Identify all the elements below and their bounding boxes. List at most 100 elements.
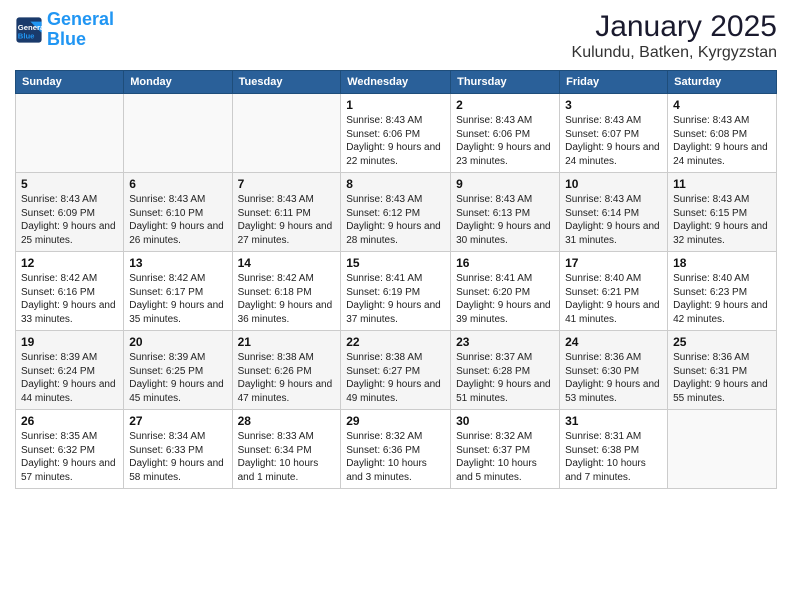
day-number: 22 xyxy=(346,335,445,349)
table-row: 8Sunrise: 8:43 AM Sunset: 6:12 PM Daylig… xyxy=(341,173,451,252)
day-info: Sunrise: 8:43 AM Sunset: 6:15 PM Dayligh… xyxy=(673,193,771,247)
day-number: 17 xyxy=(565,256,662,270)
table-row: 22Sunrise: 8:38 AM Sunset: 6:27 PM Dayli… xyxy=(341,331,451,410)
day-info: Sunrise: 8:43 AM Sunset: 6:13 PM Dayligh… xyxy=(456,193,554,247)
day-info: Sunrise: 8:39 AM Sunset: 6:24 PM Dayligh… xyxy=(21,351,118,405)
day-number: 1 xyxy=(346,98,445,112)
svg-text:Blue: Blue xyxy=(18,31,35,40)
day-info: Sunrise: 8:39 AM Sunset: 6:25 PM Dayligh… xyxy=(129,351,226,405)
day-info: Sunrise: 8:37 AM Sunset: 6:28 PM Dayligh… xyxy=(456,351,554,405)
calendar-subtitle: Kulundu, Batken, Kyrgyzstan xyxy=(572,44,777,62)
calendar-title: January 2025 xyxy=(572,10,777,44)
day-number: 18 xyxy=(673,256,771,270)
calendar-week-row: 1 Sunrise: 8:43 AM Sunset: 6:06 PM Daylig… xyxy=(16,94,777,173)
day-info: Sunrise: 8:40 AM Sunset: 6:23 PM Dayligh… xyxy=(673,272,771,326)
day-info: Sunrise: 8:43 AM Sunset: 6:12 PM Dayligh… xyxy=(346,193,445,247)
table-row: 29 Sunrise: 8:32 AM Sunset: 6:36 PM Dayli… xyxy=(341,410,451,489)
header-thursday: Thursday xyxy=(451,71,560,94)
calendar-week-row: 5 Sunrise: 8:43 AM Sunset: 6:09 PM Daylig… xyxy=(16,173,777,252)
day-info: Sunrise: 8:32 AM Sunset: 6:37 PM Dayligh… xyxy=(456,430,554,484)
day-info: Sunrise: 8:43 AM Sunset: 6:09 PM Dayligh… xyxy=(21,193,118,247)
table-row: 17 Sunrise: 8:40 AM Sunset: 6:21 PM Dayli… xyxy=(560,252,668,331)
table-row: 25Sunrise: 8:36 AM Sunset: 6:31 PM Dayli… xyxy=(668,331,777,410)
day-info: Sunrise: 8:31 AM Sunset: 6:38 PM Dayligh… xyxy=(565,430,662,484)
day-number: 3 xyxy=(565,98,662,112)
calendar-week-row: 12Sunrise: 8:42 AM Sunset: 6:16 PM Dayli… xyxy=(16,252,777,331)
day-info: Sunrise: 8:43 AM Sunset: 6:08 PM Dayligh… xyxy=(673,114,771,168)
table-row: 12Sunrise: 8:42 AM Sunset: 6:16 PM Dayli… xyxy=(16,252,124,331)
day-number: 26 xyxy=(21,414,118,428)
logo-line1: General xyxy=(47,9,114,29)
day-info: Sunrise: 8:42 AM Sunset: 6:17 PM Dayligh… xyxy=(129,272,226,326)
day-number: 11 xyxy=(673,177,771,191)
table-row xyxy=(124,94,232,173)
table-row: 3 Sunrise: 8:43 AM Sunset: 6:07 PM Daylig… xyxy=(560,94,668,173)
table-row: 13 Sunrise: 8:42 AM Sunset: 6:17 PM Dayli… xyxy=(124,252,232,331)
table-row: 28 Sunrise: 8:33 AM Sunset: 6:34 PM Dayli… xyxy=(232,410,341,489)
day-number: 27 xyxy=(129,414,226,428)
day-info: Sunrise: 8:40 AM Sunset: 6:21 PM Dayligh… xyxy=(565,272,662,326)
day-info: Sunrise: 8:42 AM Sunset: 6:18 PM Dayligh… xyxy=(238,272,336,326)
header-wednesday: Wednesday xyxy=(341,71,451,94)
table-row: 5 Sunrise: 8:43 AM Sunset: 6:09 PM Daylig… xyxy=(16,173,124,252)
day-number: 14 xyxy=(238,256,336,270)
day-number: 20 xyxy=(129,335,226,349)
day-number: 29 xyxy=(346,414,445,428)
day-info: Sunrise: 8:43 AM Sunset: 6:06 PM Dayligh… xyxy=(346,114,445,168)
day-number: 13 xyxy=(129,256,226,270)
table-row: 10Sunrise: 8:43 AM Sunset: 6:14 PM Dayli… xyxy=(560,173,668,252)
day-info: Sunrise: 8:36 AM Sunset: 6:30 PM Dayligh… xyxy=(565,351,662,405)
day-info: Sunrise: 8:34 AM Sunset: 6:33 PM Dayligh… xyxy=(129,430,226,484)
header: General Blue General Blue January 2025 K… xyxy=(15,10,777,62)
logo-text: General Blue xyxy=(47,10,114,50)
day-number: 28 xyxy=(238,414,336,428)
table-row: 2 Sunrise: 8:43 AM Sunset: 6:06 PM Daylig… xyxy=(451,94,560,173)
day-number: 25 xyxy=(673,335,771,349)
page: General Blue General Blue January 2025 K… xyxy=(0,0,792,612)
logo-line2: Blue xyxy=(47,29,86,49)
table-row: 1 Sunrise: 8:43 AM Sunset: 6:06 PM Daylig… xyxy=(341,94,451,173)
day-number: 6 xyxy=(129,177,226,191)
table-row: 26 Sunrise: 8:35 AM Sunset: 6:32 PM Dayli… xyxy=(16,410,124,489)
day-info: Sunrise: 8:32 AM Sunset: 6:36 PM Dayligh… xyxy=(346,430,445,484)
calendar-header-row: Sunday Monday Tuesday Wednesday Thursday… xyxy=(16,71,777,94)
table-row: 19 Sunrise: 8:39 AM Sunset: 6:24 PM Dayli… xyxy=(16,331,124,410)
day-info: Sunrise: 8:43 AM Sunset: 6:06 PM Dayligh… xyxy=(456,114,554,168)
table-row: 15Sunrise: 8:41 AM Sunset: 6:19 PM Dayli… xyxy=(341,252,451,331)
calendar-week-row: 19 Sunrise: 8:39 AM Sunset: 6:24 PM Dayli… xyxy=(16,331,777,410)
table-row: 31Sunrise: 8:31 AM Sunset: 6:38 PM Dayli… xyxy=(560,410,668,489)
day-info: Sunrise: 8:43 AM Sunset: 6:14 PM Dayligh… xyxy=(565,193,662,247)
day-info: Sunrise: 8:42 AM Sunset: 6:16 PM Dayligh… xyxy=(21,272,118,326)
table-row xyxy=(16,94,124,173)
day-number: 2 xyxy=(456,98,554,112)
logo-icon: General Blue xyxy=(15,16,43,44)
day-info: Sunrise: 8:43 AM Sunset: 6:07 PM Dayligh… xyxy=(565,114,662,168)
table-row: 11 Sunrise: 8:43 AM Sunset: 6:15 PM Dayli… xyxy=(668,173,777,252)
table-row: 7Sunrise: 8:43 AM Sunset: 6:11 PM Daylig… xyxy=(232,173,341,252)
table-row: 9Sunrise: 8:43 AM Sunset: 6:13 PM Daylig… xyxy=(451,173,560,252)
table-row: 16Sunrise: 8:41 AM Sunset: 6:20 PM Dayli… xyxy=(451,252,560,331)
table-row xyxy=(668,410,777,489)
table-row: 6 Sunrise: 8:43 AM Sunset: 6:10 PM Daylig… xyxy=(124,173,232,252)
calendar-week-row: 26 Sunrise: 8:35 AM Sunset: 6:32 PM Dayli… xyxy=(16,410,777,489)
header-sunday: Sunday xyxy=(16,71,124,94)
table-row xyxy=(232,94,341,173)
header-monday: Monday xyxy=(124,71,232,94)
day-number: 21 xyxy=(238,335,336,349)
day-info: Sunrise: 8:35 AM Sunset: 6:32 PM Dayligh… xyxy=(21,430,118,484)
day-info: Sunrise: 8:33 AM Sunset: 6:34 PM Dayligh… xyxy=(238,430,336,484)
table-row: 24 Sunrise: 8:36 AM Sunset: 6:30 PM Dayli… xyxy=(560,331,668,410)
svg-text:General: General xyxy=(18,23,43,32)
day-info: Sunrise: 8:38 AM Sunset: 6:26 PM Dayligh… xyxy=(238,351,336,405)
day-info: Sunrise: 8:43 AM Sunset: 6:10 PM Dayligh… xyxy=(129,193,226,247)
header-saturday: Saturday xyxy=(668,71,777,94)
day-number: 4 xyxy=(673,98,771,112)
day-number: 19 xyxy=(21,335,118,349)
title-block: January 2025 Kulundu, Batken, Kyrgyzstan xyxy=(572,10,777,62)
day-info: Sunrise: 8:41 AM Sunset: 6:20 PM Dayligh… xyxy=(456,272,554,326)
day-number: 5 xyxy=(21,177,118,191)
day-number: 7 xyxy=(238,177,336,191)
table-row: 23Sunrise: 8:37 AM Sunset: 6:28 PM Dayli… xyxy=(451,331,560,410)
day-info: Sunrise: 8:41 AM Sunset: 6:19 PM Dayligh… xyxy=(346,272,445,326)
day-number: 24 xyxy=(565,335,662,349)
